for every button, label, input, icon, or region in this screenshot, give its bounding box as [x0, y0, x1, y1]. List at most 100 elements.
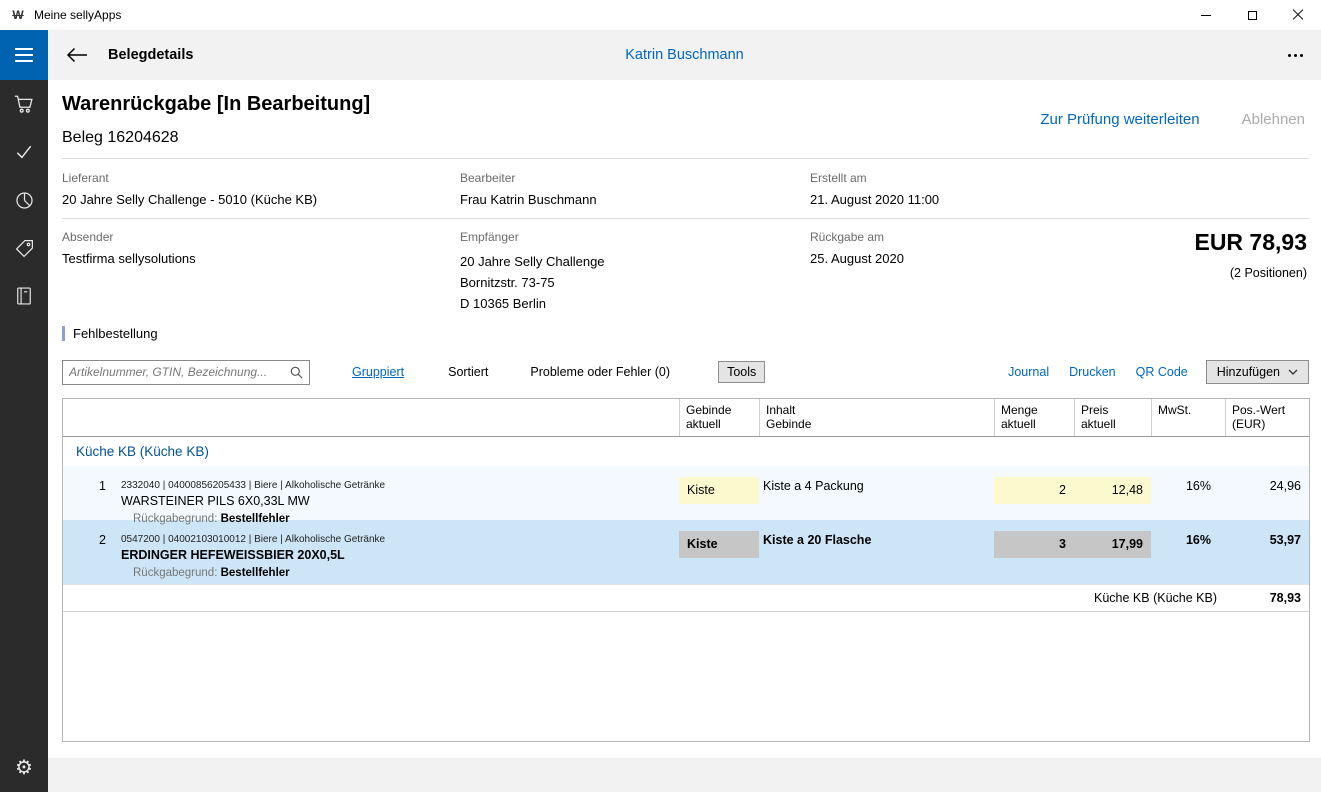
back-arrow-icon [66, 47, 88, 63]
menge-field[interactable]: 2 [994, 477, 1074, 504]
titlebar: W Meine sellyApps [0, 0, 1321, 30]
group-header-row[interactable]: Küche KB (Küche KB) [63, 437, 1309, 466]
cart-icon [13, 93, 35, 115]
cell-menge: 3 [994, 520, 1074, 584]
hamburger-icon [15, 48, 33, 62]
positions-count: (2 Positionen) [1230, 266, 1307, 280]
sidebar: ⚙ [0, 30, 48, 792]
book-icon [14, 286, 34, 306]
table-row[interactable]: 1 2332040 | 04000856205433 | Biere | Alk… [63, 466, 1309, 520]
positions-table: Gebindeaktuell InhaltGebinde Mengeaktuel… [62, 398, 1310, 742]
pie-chart-icon [14, 190, 35, 211]
document-actions: Zur Prüfung weiterleiten Ablehnen [1040, 111, 1305, 128]
table-row-selected[interactable]: 2 0547200 | 04002103010012 | Biere | Alk… [63, 520, 1309, 584]
document-number: Beleg 16204628 [62, 129, 179, 147]
cell-mwst: 16% [1151, 466, 1225, 527]
reject-button[interactable]: Ablehnen [1242, 111, 1305, 128]
tools-button[interactable]: Tools [718, 361, 765, 383]
sorted-toggle[interactable]: Sortiert [448, 365, 488, 379]
cell-gebinde: Kiste [679, 466, 759, 527]
col-menge-aktuell: Mengeaktuell [994, 399, 1074, 436]
window-controls [1183, 0, 1321, 30]
gebinde-field[interactable]: Kiste [679, 477, 759, 504]
print-link[interactable]: Drucken [1069, 365, 1116, 379]
field-label-rueckgabe-am: Rückgabe am [810, 230, 884, 244]
search-input[interactable] [69, 365, 290, 379]
sidebar-item-reports[interactable] [0, 176, 48, 224]
field-value-erstellt-am: 21. August 2020 11:00 [810, 192, 939, 207]
table-header-row: Gebindeaktuell InhaltGebinde Mengeaktuel… [63, 399, 1309, 437]
row-number: 1 [63, 466, 113, 527]
article-meta: 2332040 | 04000856205433 | Biere | Alkoh… [121, 479, 679, 492]
chevron-down-icon [1288, 369, 1298, 375]
menge-field[interactable]: 3 [994, 531, 1074, 558]
positions-toolbar: Gruppiert Sortiert Probleme oder Fehler … [62, 358, 1309, 386]
minimize-icon [1201, 15, 1211, 16]
tag-label: Fehlbestellung [73, 326, 158, 341]
cell-menge: 2 [994, 466, 1074, 527]
preis-field[interactable]: 17,99 [1074, 531, 1151, 558]
field-label-empfaenger: Empfänger [460, 230, 519, 244]
forward-for-review-button[interactable]: Zur Prüfung weiterleiten [1040, 111, 1199, 128]
header-user[interactable]: Katrin Buschmann [625, 47, 743, 63]
grouped-toggle[interactable]: Gruppiert [352, 365, 404, 379]
search-icon [290, 366, 303, 379]
sidebar-item-tasks[interactable] [0, 128, 48, 176]
group-header-label: Küche KB (Küche KB) [63, 437, 1309, 466]
field-label-lieferant: Lieferant [62, 171, 109, 185]
divider [62, 218, 1309, 219]
article-description: 0547200 | 04002103010012 | Biere | Alkoh… [113, 520, 679, 584]
field-label-bearbeiter: Bearbeiter [460, 171, 515, 185]
cell-pos-wert: 24,96 [1225, 466, 1309, 527]
field-label-erstellt-am: Erstellt am [810, 171, 867, 185]
tag-bar [62, 326, 65, 341]
main-content: Warenrückgabe [In Bearbeitung] Beleg 162… [48, 80, 1321, 758]
maximize-icon [1248, 11, 1257, 20]
cell-pos-wert: 53,97 [1225, 520, 1309, 584]
gebinde-field[interactable]: Kiste [679, 531, 759, 558]
maximize-button[interactable] [1229, 0, 1275, 30]
sidebar-item-journal[interactable] [0, 272, 48, 320]
preis-field[interactable]: 12,48 [1074, 477, 1151, 504]
page-header: Belegdetails Katrin Buschmann [48, 30, 1321, 80]
close-button[interactable] [1275, 0, 1321, 30]
field-label-absender: Absender [62, 230, 113, 244]
col-pos-wert: Pos.-Wert(EUR) [1225, 399, 1309, 436]
field-value-bearbeiter: Frau Katrin Buschmann [460, 192, 597, 207]
document-title: Warenrückgabe [In Bearbeitung] [62, 93, 370, 116]
sidebar-item-cart[interactable] [0, 80, 48, 128]
app-logo-icon: W [10, 8, 26, 22]
sidebar-spacer [0, 320, 48, 744]
problems-filter[interactable]: Probleme oder Fehler (0) [530, 365, 670, 379]
journal-link[interactable]: Journal [1008, 365, 1049, 379]
add-button[interactable]: Hinzufügen [1206, 360, 1309, 384]
back-button[interactable] [60, 38, 94, 72]
col-preis-aktuell: Preisaktuell [1074, 399, 1151, 436]
divider [62, 158, 1309, 159]
field-value-empfaenger: 20 Jahre Selly Challenge Bornitzstr. 73-… [460, 251, 605, 314]
cell-preis: 12,48 [1074, 466, 1151, 527]
price-tag-icon [14, 238, 35, 259]
sidebar-item-settings[interactable]: ⚙ [0, 744, 48, 792]
qr-code-link[interactable]: QR Code [1136, 365, 1188, 379]
article-meta: 0547200 | 04002103010012 | Biere | Alkoh… [121, 533, 679, 546]
document-total: EUR 78,93 [1194, 229, 1307, 256]
cell-preis: 17,99 [1074, 520, 1151, 584]
sidebar-item-prices[interactable] [0, 224, 48, 272]
page-title: Belegdetails [108, 47, 193, 63]
more-button[interactable] [1288, 40, 1303, 70]
field-value-rueckgabe-am: 25. August 2020 [810, 251, 904, 266]
return-reason: Rückgabegrund: Bestellfehler [121, 566, 679, 581]
close-icon [1292, 9, 1304, 21]
cell-gebinde: Kiste [679, 520, 759, 584]
menu-button[interactable] [0, 30, 48, 80]
row-number: 2 [63, 520, 113, 584]
col-description [113, 399, 679, 436]
col-gebinde-aktuell: Gebindeaktuell [679, 399, 759, 436]
article-description: 2332040 | 04000856205433 | Biere | Alkoh… [113, 466, 679, 527]
document-tag: Fehlbestellung [62, 326, 158, 341]
minimize-button[interactable] [1183, 0, 1229, 30]
cell-mwst: 16% [1151, 520, 1225, 584]
article-name: ERDINGER HEFEWEISSBIER 20X0,5L [121, 547, 679, 564]
cell-inhalt: Kiste a 4 Packung [759, 466, 994, 527]
